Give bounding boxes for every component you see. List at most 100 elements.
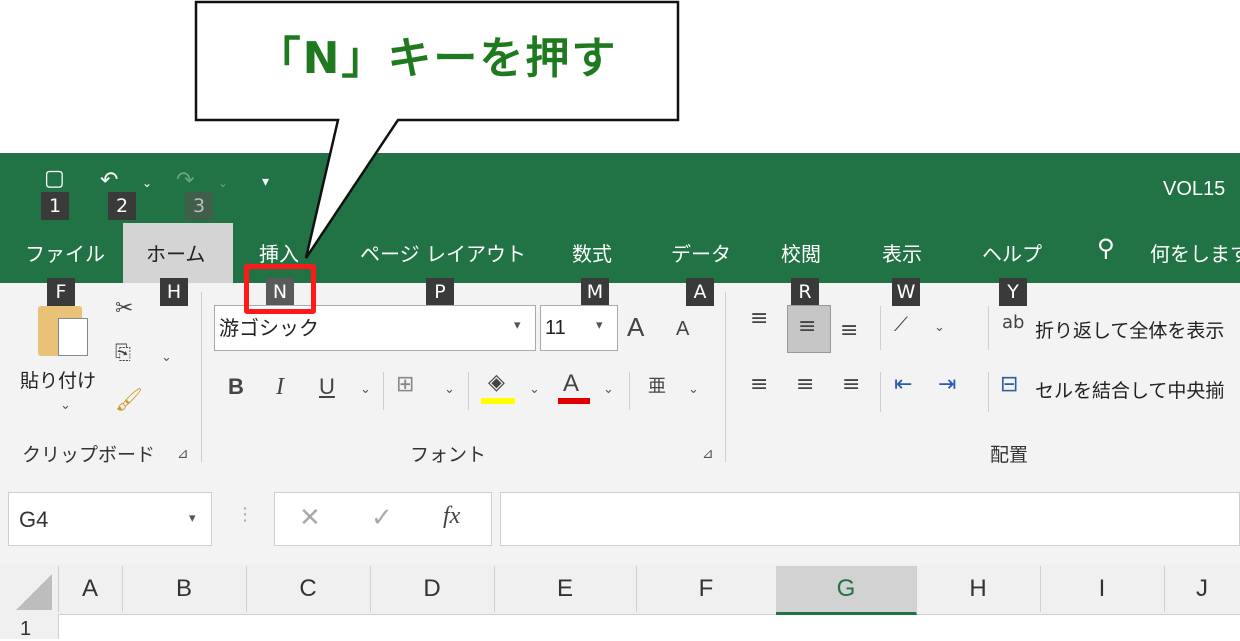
tab-help[interactable]: ヘルプ	[982, 238, 1042, 267]
tab-view[interactable]: 表示	[882, 238, 922, 267]
column-header-e[interactable]: E	[494, 566, 637, 612]
decrease-indent-icon[interactable]: ⇤	[894, 372, 912, 397]
align-right-icon[interactable]: ≡	[842, 372, 860, 397]
font-color-dropdown-icon[interactable]: ⌄	[603, 382, 614, 397]
insert-function-button[interactable]: fx	[443, 503, 460, 530]
paste-icon[interactable]	[38, 306, 88, 356]
phonetic-dropdown-icon[interactable]: ⌄	[688, 382, 699, 397]
font-name-dropdown-icon[interactable]: ▾	[514, 318, 521, 333]
keytip-formulas: M	[581, 278, 609, 306]
tab-data[interactable]: データ	[671, 238, 731, 267]
keytip-view: W	[892, 278, 920, 306]
separator	[880, 306, 881, 350]
tab-review[interactable]: 校閲	[781, 238, 821, 267]
column-header-b[interactable]: B	[122, 566, 247, 612]
paste-button-label[interactable]: 貼り付け	[20, 366, 96, 393]
keytip-save: 1	[41, 192, 69, 220]
italic-button[interactable]: I	[276, 374, 284, 401]
column-header-g[interactable]: G	[776, 566, 917, 615]
customize-qat-icon[interactable]: ▾	[262, 174, 269, 190]
align-left-icon[interactable]: ≡	[750, 372, 768, 397]
column-header-c[interactable]: C	[246, 566, 371, 612]
copy-icon[interactable]: ⎘	[115, 340, 131, 364]
cancel-entry-icon[interactable]: ✕	[299, 503, 321, 533]
font-color-button[interactable]: A	[563, 370, 579, 398]
name-box-value: G4	[19, 507, 49, 532]
align-middle-button[interactable]: ≡	[787, 305, 831, 353]
column-header-a[interactable]: A	[58, 566, 123, 612]
keytip-help: Y	[999, 278, 1027, 306]
redo-dropdown-icon[interactable]: ⌄	[218, 176, 228, 190]
formula-bar-resize-handle[interactable]: ⋮	[236, 504, 254, 525]
row-number: 1	[20, 618, 32, 640]
font-size-dropdown-icon[interactable]: ▾	[596, 318, 603, 333]
formula-buttons: ✕ ✓ fx	[274, 492, 492, 546]
increase-font-size-button[interactable]: A	[627, 312, 644, 343]
redo-icon[interactable]: ↷	[176, 168, 194, 193]
font-name-value: 游ゴシック	[219, 316, 319, 340]
column-header-i[interactable]: I	[1040, 566, 1165, 612]
formula-input[interactable]	[500, 492, 1240, 546]
align-bottom-icon[interactable]: ≡	[840, 318, 858, 343]
format-painter-icon[interactable]: 🖌	[115, 388, 143, 413]
column-header-f[interactable]: F	[636, 566, 777, 612]
separator	[383, 372, 384, 410]
borders-dropdown-icon[interactable]: ⌄	[444, 382, 455, 397]
wrap-text-icon[interactable]: ab	[1002, 312, 1024, 333]
keytip-page-layout: P	[426, 278, 454, 306]
underline-button[interactable]: U	[319, 374, 335, 400]
tab-page-layout[interactable]: ページ レイアウト	[360, 238, 526, 267]
clipboard-group-label: クリップボード	[22, 444, 156, 466]
select-all-button[interactable]	[0, 566, 59, 612]
keytip-file: F	[47, 278, 75, 306]
orientation-dropdown-icon[interactable]: ⌄	[934, 320, 945, 335]
paste-dropdown-icon[interactable]: ⌄	[60, 398, 71, 413]
decrease-font-size-button[interactable]: A	[676, 318, 689, 341]
undo-icon[interactable]: ↶	[100, 168, 118, 193]
underline-dropdown-icon[interactable]: ⌄	[360, 382, 371, 397]
merge-center-icon[interactable]: ⊟	[1000, 372, 1018, 397]
tab-home[interactable]: ホーム	[146, 238, 205, 267]
increase-indent-icon[interactable]: ⇥	[938, 372, 956, 397]
fill-color-icon[interactable]: ◈	[488, 370, 505, 395]
name-box[interactable]: G4 ▾	[8, 492, 212, 546]
copy-dropdown-icon[interactable]: ⌄	[161, 350, 172, 365]
font-group-label: フォント	[410, 444, 487, 466]
cut-icon[interactable]: ✂	[115, 296, 133, 321]
keytip-home: H	[160, 278, 188, 306]
clipboard-dialog-launcher-icon[interactable]: ⊿	[177, 446, 189, 462]
wrap-text-button[interactable]: 折り返して全体を表示	[1035, 316, 1224, 343]
font-size-combo[interactable]: 11	[540, 305, 618, 351]
name-box-dropdown-icon[interactable]: ▾	[189, 511, 196, 526]
tell-me-search[interactable]: 何をします	[1150, 238, 1240, 267]
borders-icon[interactable]: ⊞	[396, 372, 414, 397]
separator	[629, 372, 630, 410]
save-icon[interactable]: ▢	[44, 166, 65, 191]
merge-center-button[interactable]: セルを結合して中央揃	[1035, 376, 1224, 403]
phonetic-guide-icon[interactable]: 亜	[648, 372, 666, 398]
enter-entry-icon[interactable]: ✓	[371, 503, 393, 533]
column-header-h[interactable]: H	[916, 566, 1041, 612]
font-dialog-launcher-icon[interactable]: ⊿	[702, 446, 714, 462]
bold-button[interactable]: B	[228, 374, 244, 400]
keytip-undo: 2	[108, 192, 136, 220]
undo-dropdown-icon[interactable]: ⌄	[142, 176, 152, 190]
lightbulb-icon[interactable]: ⚲	[1097, 234, 1115, 262]
separator	[725, 292, 726, 462]
separator	[468, 372, 469, 410]
tab-file[interactable]: ファイル	[25, 238, 105, 267]
keytip-redo: 3	[185, 192, 213, 220]
tab-formulas[interactable]: 数式	[572, 238, 612, 267]
keytip-highlight-box	[244, 264, 316, 314]
font-size-value: 11	[545, 317, 566, 339]
align-center-icon[interactable]: ≡	[796, 372, 814, 397]
tab-insert[interactable]: 挿入	[259, 238, 299, 267]
keytip-data: A	[686, 278, 714, 306]
align-middle-icon: ≡	[798, 314, 817, 339]
column-header-d[interactable]: D	[370, 566, 495, 612]
column-header-j[interactable]: J	[1164, 566, 1240, 612]
fill-color-dropdown-icon[interactable]: ⌄	[529, 382, 540, 397]
align-top-icon[interactable]: ≡	[750, 306, 768, 331]
orientation-icon[interactable]: ⟋	[894, 312, 908, 336]
row-header-1[interactable]: 1	[0, 614, 59, 640]
